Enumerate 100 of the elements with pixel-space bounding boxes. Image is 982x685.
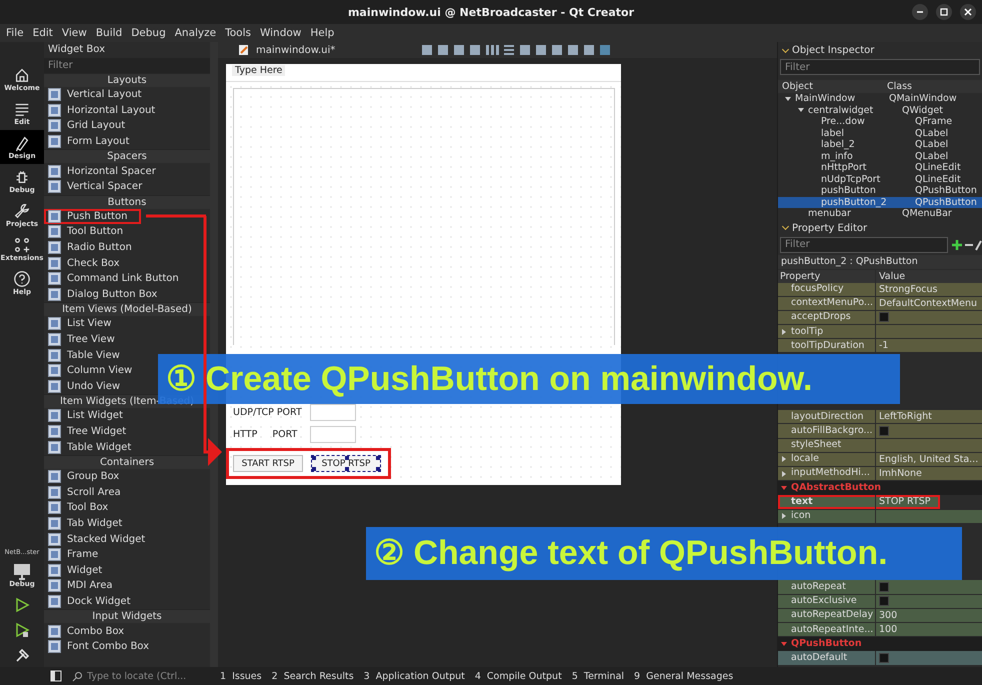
- object-name[interactable]: menubar: [808, 208, 851, 220]
- output-pane-tab[interactable]: 5 Terminal: [572, 670, 624, 682]
- filter-field[interactable]: Filter: [780, 236, 948, 252]
- property-row[interactable]: autoRepeatInte... 100: [778, 623, 982, 638]
- filter-field[interactable]: Filter: [44, 58, 210, 73]
- widget-item[interactable]: Font Combo Box: [44, 638, 154, 654]
- object-name[interactable]: pushButton_2: [821, 196, 887, 208]
- run-icon[interactable]: [14, 597, 30, 613]
- output-pane-tab[interactable]: 4 Compile Output: [474, 670, 562, 682]
- widget-item[interactable]: Scroll Area: [44, 484, 125, 500]
- checkbox[interactable]: [879, 582, 889, 592]
- category-header[interactable]: Buttons: [108, 196, 146, 208]
- object-name[interactable]: m_info: [821, 150, 853, 162]
- widget-item[interactable]: Dock Widget: [44, 594, 135, 610]
- widget-item[interactable]: Horizontal Layout: [44, 102, 160, 118]
- debug-run-icon[interactable]: [14, 622, 30, 638]
- property-row[interactable]: autoRepeatDelay 300: [778, 608, 982, 623]
- category-header[interactable]: Spacers: [107, 151, 147, 162]
- widget-item[interactable]: Combo Box: [44, 623, 128, 639]
- property-row[interactable]: icon: [778, 510, 982, 524]
- property-row[interactable]: autoExclusive: [778, 594, 982, 609]
- category-header[interactable]: Layouts: [107, 75, 147, 86]
- object-name[interactable]: MainWindow: [795, 93, 856, 104]
- property-tools-drawing[interactable]: [952, 238, 982, 250]
- property-row[interactable]: toolTip: [778, 325, 982, 340]
- expand-icon[interactable]: [781, 486, 787, 490]
- widget-item[interactable]: Vertical Spacer: [44, 178, 146, 195]
- close-icon[interactable]: [960, 4, 976, 20]
- widget-item[interactable]: Radio Button: [44, 240, 136, 256]
- expand-icon[interactable]: [782, 513, 786, 520]
- menu-item[interactable]: Help: [310, 27, 334, 39]
- output-pane-tab[interactable]: 2 Search Results: [272, 670, 354, 682]
- widget-item[interactable]: List Widget: [44, 408, 127, 424]
- object-name[interactable]: label: [821, 128, 844, 139]
- widget-item[interactable]: Check Box: [44, 255, 124, 271]
- property-row[interactable]: layoutDirection LeftToRight: [778, 410, 982, 424]
- property-row[interactable]: locale English, United Sta...: [778, 452, 982, 467]
- widget-item[interactable]: Grid Layout: [44, 118, 130, 134]
- menu-item[interactable]: File: [6, 27, 24, 39]
- widget-item[interactable]: Dialog Button Box: [44, 286, 162, 302]
- widget-item[interactable]: Tree Widget: [44, 424, 130, 440]
- menu-item[interactable]: Build: [96, 27, 122, 39]
- object-name[interactable]: pushButton: [821, 185, 876, 196]
- widget-item[interactable]: Table View: [44, 347, 124, 363]
- checkbox[interactable]: [879, 426, 889, 436]
- property-row[interactable]: styleSheet: [778, 438, 982, 453]
- output-pane-tab[interactable]: 3 Application Output: [364, 670, 465, 682]
- object-name[interactable]: nUdpTcpPort: [821, 174, 880, 185]
- widget-item[interactable]: Tree View: [44, 332, 119, 348]
- widget-item[interactable]: Table Widget: [44, 439, 136, 455]
- panel-title[interactable]: Property Editor: [792, 222, 868, 234]
- push-button[interactable]: START RTSP: [233, 455, 303, 472]
- expand-icon[interactable]: [782, 328, 786, 335]
- widget-item[interactable]: Undo View: [44, 378, 124, 394]
- menu-placeholder[interactable]: Type Here: [232, 65, 286, 76]
- menu-item[interactable]: Tools: [225, 27, 251, 39]
- column-header[interactable]: Value: [876, 270, 982, 282]
- expand-icon[interactable]: [782, 470, 786, 477]
- object-name[interactable]: centralwidget: [808, 104, 874, 116]
- checkbox[interactable]: [879, 596, 889, 606]
- expand-icon[interactable]: [781, 642, 787, 646]
- checkbox[interactable]: [879, 652, 889, 663]
- expand-icon[interactable]: [798, 108, 804, 112]
- object-name[interactable]: Pre...dow: [821, 116, 865, 128]
- widget-item[interactable]: Horizontal Spacer: [44, 163, 160, 179]
- widget-item[interactable]: Stacked Widget: [44, 531, 150, 547]
- property-row[interactable]: autoFillBackgro...: [778, 424, 982, 439]
- object-name[interactable]: nHttpPort: [821, 162, 866, 174]
- property-row[interactable]: toolTipDuration -1: [778, 339, 982, 354]
- form-label[interactable]: UDP/TCP PORT: [233, 404, 310, 420]
- locator-field[interactable]: Type to locate (Ctrl...: [72, 670, 210, 682]
- object-name[interactable]: label_2: [821, 139, 855, 150]
- checkbox[interactable]: [879, 312, 889, 322]
- panel-title[interactable]: Object Inspector: [792, 45, 874, 56]
- widget-item[interactable]: Form Layout: [44, 134, 134, 150]
- menu-item[interactable]: View: [62, 27, 87, 39]
- output-pane-tab[interactable]: 1 Issues: [220, 670, 262, 682]
- property-row[interactable]: contextMenuPo... DefaultContextMenu: [778, 296, 982, 311]
- output-pane-tab[interactable]: 9 General Messages: [634, 670, 734, 682]
- maximize-icon[interactable]: [936, 4, 952, 20]
- file-tab[interactable]: mainwindow.ui*: [256, 44, 416, 56]
- widget-item[interactable]: Command Link Button: [44, 270, 183, 287]
- property-row[interactable]: autoRepeat: [778, 580, 982, 595]
- column-header[interactable]: Object: [778, 80, 887, 93]
- widget-item[interactable]: MDI Area: [44, 578, 116, 594]
- property-row[interactable]: autoDefault: [778, 651, 982, 666]
- widget-item[interactable]: Widget: [44, 562, 106, 578]
- expand-icon[interactable]: [785, 96, 791, 101]
- widget-item[interactable]: Tab Widget: [44, 516, 126, 532]
- widget-item[interactable]: Vertical Layout: [44, 87, 146, 103]
- property-row[interactable]: focusPolicy StrongFocus: [778, 282, 982, 297]
- menu-item[interactable]: Analyze: [174, 27, 216, 39]
- push-button[interactable]: STOP RTSP: [311, 455, 381, 472]
- widget-item[interactable]: Group Box: [44, 468, 124, 484]
- widget-item[interactable]: Frame: [44, 546, 102, 562]
- hammer-icon[interactable]: [14, 647, 30, 663]
- widget-item[interactable]: List View: [44, 316, 116, 332]
- property-row[interactable]: acceptDrops: [778, 310, 982, 326]
- column-header[interactable]: Class: [887, 80, 982, 93]
- widget-item[interactable]: Tool Button: [44, 224, 128, 240]
